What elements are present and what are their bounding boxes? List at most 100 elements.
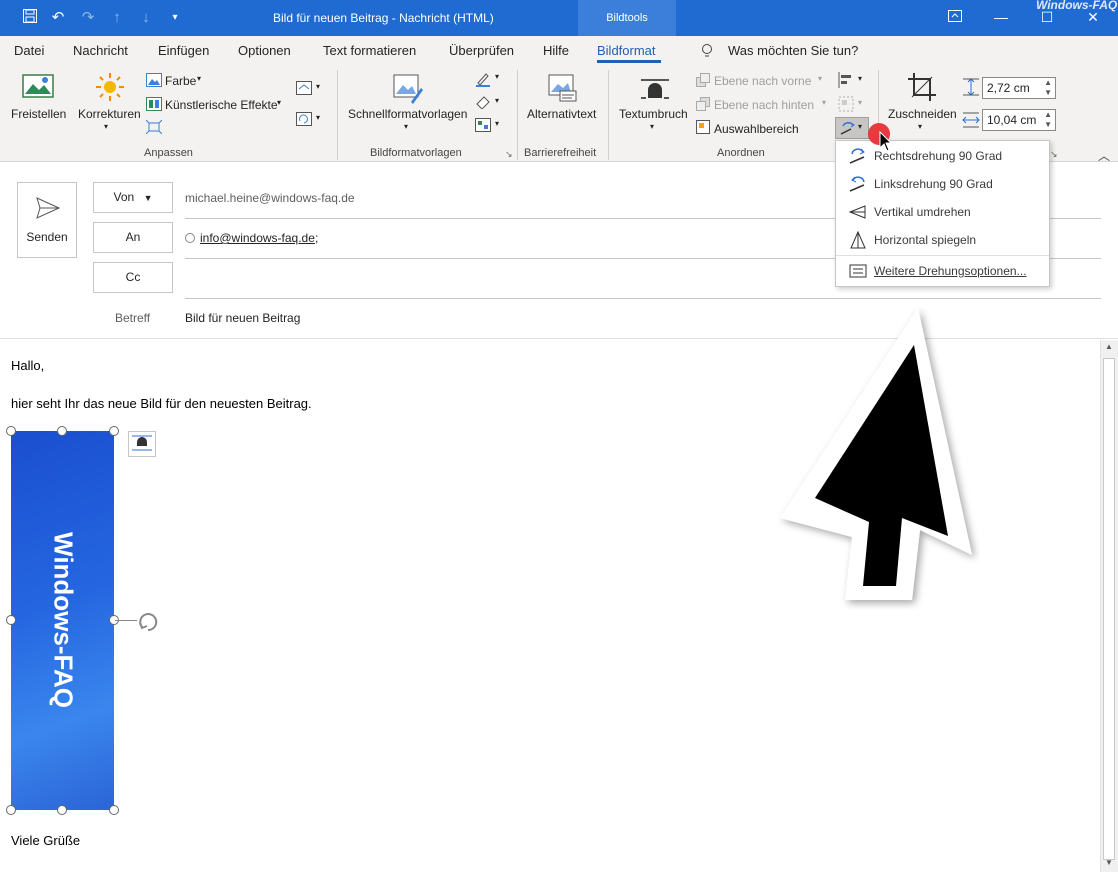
send-label: Senden xyxy=(26,230,68,244)
resize-handle[interactable] xyxy=(109,426,119,436)
picture-effects-icon[interactable] xyxy=(475,95,491,112)
chevron-down-icon[interactable]: ▾ xyxy=(918,122,922,131)
height-input[interactable]: 2,72 cm ▲ ▼ xyxy=(982,77,1056,99)
vertical-scrollbar[interactable]: ▲ ▼ xyxy=(1100,340,1118,872)
up-icon[interactable]: ↑ xyxy=(107,8,127,28)
chevron-down-icon[interactable]: ▾ xyxy=(495,72,499,81)
menu-item-flip-horizontal[interactable]: Horizontal spiegeln xyxy=(836,227,1049,253)
resize-handle[interactable] xyxy=(6,805,16,815)
dialog-launcher-icon[interactable]: ↘ xyxy=(1050,149,1058,160)
to-label: An xyxy=(125,230,141,244)
chevron-down-icon[interactable]: ▾ xyxy=(858,74,862,83)
customize-toolbar-icon[interactable]: ▾ xyxy=(165,8,185,28)
align-icon[interactable] xyxy=(838,72,854,91)
shape-width-icon xyxy=(962,111,980,132)
chevron-down-icon[interactable]: ▾ xyxy=(197,74,201,83)
cc-button[interactable]: Cc xyxy=(93,262,173,293)
send-backward-icon xyxy=(696,97,710,114)
save-icon[interactable] xyxy=(20,8,40,28)
chevron-down-icon[interactable]: ▾ xyxy=(404,122,408,131)
schnellformatvorlagen-label[interactable]: Schnellformatvorlagen xyxy=(348,107,467,121)
tab-text-formatieren[interactable]: Text formatieren xyxy=(323,43,416,58)
resize-handle[interactable] xyxy=(57,805,67,815)
textumbruch-label[interactable]: Textumbruch xyxy=(619,107,688,121)
ebene-nach-vorne-label: Ebene nach vorne xyxy=(714,74,812,88)
remove-background-icon[interactable] xyxy=(22,74,54,103)
menu-item-label: Horizontal spiegeln xyxy=(874,233,977,247)
width-input[interactable]: 10,04 cm ▲ ▼ xyxy=(982,109,1056,131)
tab-bildformat[interactable]: Bildformat xyxy=(597,43,656,58)
tab-einfuegen[interactable]: Einfügen xyxy=(158,43,209,58)
menu-item-label: Linksdrehung 90 Grad xyxy=(874,177,993,191)
to-recipient[interactable]: info@windows-faq.de xyxy=(200,231,315,245)
chevron-down-icon[interactable]: ▾ xyxy=(277,98,281,107)
chevron-down-icon[interactable]: ▾ xyxy=(104,122,108,131)
freistellen-label[interactable]: Freistellen xyxy=(11,107,66,121)
change-picture-icon[interactable] xyxy=(296,81,312,98)
wrap-text-icon[interactable] xyxy=(640,78,670,103)
layout-options-button[interactable] xyxy=(128,431,156,457)
kuenstlerische-effekte-label[interactable]: Künstlerische Effekte xyxy=(165,98,278,112)
undo-icon[interactable]: ↶ xyxy=(48,8,68,28)
resize-handle[interactable] xyxy=(6,426,16,436)
tab-optionen[interactable]: Optionen xyxy=(238,43,291,58)
rotation-handle-icon[interactable] xyxy=(137,611,159,636)
tab-ueberpruefen[interactable]: Überprüfen xyxy=(449,43,514,58)
from-button[interactable]: Von ▼ xyxy=(93,182,173,213)
resize-handle[interactable] xyxy=(6,615,16,625)
scroll-down-icon[interactable]: ▼ xyxy=(1105,858,1113,867)
chevron-down-icon[interactable]: ▾ xyxy=(650,122,654,131)
send-button[interactable]: Senden xyxy=(17,182,77,258)
divider xyxy=(185,298,1101,299)
auswahlbereich-label[interactable]: Auswahlbereich xyxy=(714,122,799,136)
chevron-down-icon: ▾ xyxy=(858,98,863,107)
chevron-down-icon[interactable]: ▾ xyxy=(316,82,320,91)
alt-text-icon[interactable] xyxy=(548,74,578,105)
crop-icon[interactable] xyxy=(908,73,936,104)
resize-handle[interactable] xyxy=(109,805,119,815)
subject-input[interactable]: Bild für neuen Beitrag xyxy=(185,311,300,325)
menu-item-rotate-right[interactable]: Rechtsdrehung 90 Grad xyxy=(836,143,1049,169)
rotate-button[interactable]: ▾ xyxy=(835,117,869,139)
artistic-effects-icon[interactable] xyxy=(146,97,162,114)
rotate-right-icon xyxy=(849,148,865,164)
chevron-down-icon[interactable]: ▾ xyxy=(495,96,499,105)
picture-border-icon[interactable] xyxy=(475,71,491,90)
scroll-up-icon[interactable]: ▲ xyxy=(1105,342,1113,351)
resize-handle[interactable] xyxy=(57,426,67,436)
tell-me-search[interactable]: Was möchten Sie tun? xyxy=(728,43,858,58)
compress-pictures-icon[interactable] xyxy=(145,119,163,137)
ribbon-display-icon[interactable] xyxy=(942,6,968,28)
menu-item-more-rotation-options[interactable]: Weitere Drehungsoptionen... xyxy=(836,258,1049,284)
korrekturen-label[interactable]: Korrekturen xyxy=(78,107,141,121)
scroll-thumb[interactable] xyxy=(1103,358,1115,860)
collapse-ribbon-icon[interactable]: ︿ xyxy=(1098,147,1110,164)
spinner-arrows-icon[interactable]: ▲ ▼ xyxy=(1044,110,1052,130)
menu-separator xyxy=(836,255,1049,256)
redo-icon[interactable]: ↷ xyxy=(78,8,98,28)
spinner-arrows-icon[interactable]: ▲ ▼ xyxy=(1044,78,1052,98)
color-icon[interactable] xyxy=(146,73,162,90)
menu-item-flip-vertical[interactable]: Vertikal umdrehen xyxy=(836,199,1049,225)
tab-nachricht[interactable]: Nachricht xyxy=(73,43,128,58)
title-bar: ↶ ↷ ↑ ↓ ▾ Bild für neuen Beitrag - Nachr… xyxy=(0,0,1118,36)
selection-pane-icon[interactable] xyxy=(696,120,710,137)
zuschneiden-label[interactable]: Zuschneiden xyxy=(888,107,957,121)
alternativtext-label[interactable]: Alternativtext xyxy=(527,107,596,121)
group-bildformatvorlagen-label: Bildformatvorlagen xyxy=(370,147,462,159)
chevron-down-icon[interactable]: ▾ xyxy=(316,113,320,122)
picture-layout-icon[interactable] xyxy=(475,118,491,135)
down-icon[interactable]: ↓ xyxy=(136,8,156,28)
chevron-down-icon[interactable]: ▾ xyxy=(495,119,499,128)
minimize-button[interactable]: — xyxy=(988,6,1014,28)
to-button[interactable]: An xyxy=(93,222,173,253)
dialog-launcher-icon[interactable]: ↘ xyxy=(505,149,513,160)
menu-item-rotate-left[interactable]: Linksdrehung 90 Grad xyxy=(836,171,1049,197)
corrections-sun-icon[interactable] xyxy=(95,72,125,105)
farbe-label[interactable]: Farbe xyxy=(165,74,196,88)
selected-picture[interactable]: Windows-FAQ xyxy=(11,431,114,810)
quick-styles-icon[interactable] xyxy=(393,74,423,107)
tab-datei[interactable]: Datei xyxy=(14,43,44,58)
tab-hilfe[interactable]: Hilfe xyxy=(543,43,569,58)
reset-picture-icon[interactable] xyxy=(296,112,312,129)
